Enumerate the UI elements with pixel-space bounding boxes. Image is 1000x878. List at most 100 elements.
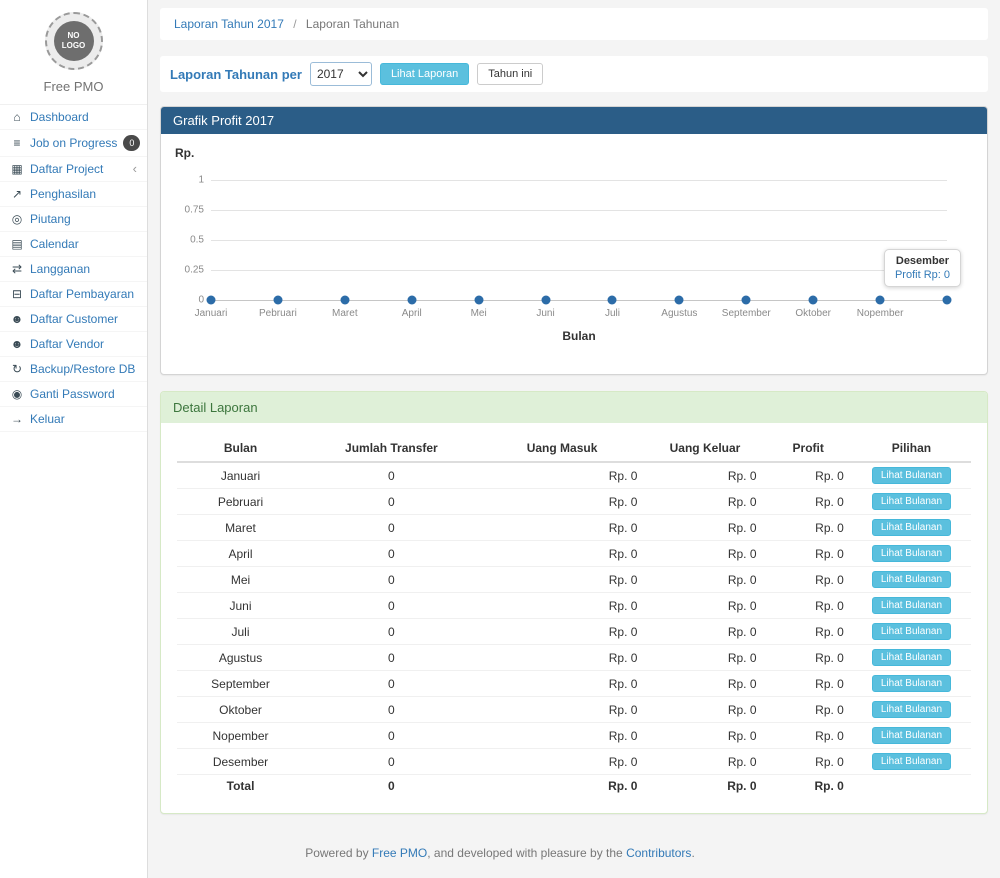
table-cell: Rp. 0 [645,723,764,749]
table-cell: Rp. 0 [479,697,646,723]
table-cell: 0 [304,541,479,567]
table-cell: Rp. 0 [645,489,764,515]
column-header: Profit [765,435,852,462]
table-total-row: Total0Rp. 0Rp. 0Rp. 0 [177,775,971,798]
breadcrumb: Laporan Tahun 2017 / Laporan Tahunan [160,8,988,40]
logo-text: NO LOGO [61,31,87,51]
lihat-bulanan-button[interactable]: Lihat Bulanan [872,597,951,614]
table-cell: Rp. 0 [765,489,852,515]
main-content: Laporan Tahun 2017 / Laporan Tahunan Lap… [148,0,1000,878]
sidebar-item-label: Backup/Restore DB [30,362,135,376]
table-cell: September [177,671,304,697]
refresh-icon: ↻ [10,362,24,376]
lihat-bulanan-button[interactable]: Lihat Bulanan [872,545,951,562]
table-cell: Agustus [177,645,304,671]
sidebar-item-langganan[interactable]: ⇄Langganan [0,257,147,282]
table-cell: Lihat Bulanan [852,749,971,775]
lihat-bulanan-button[interactable]: Lihat Bulanan [872,649,951,666]
chevron-left-icon: ‹ [133,164,137,174]
breadcrumb-link-laporan-tahun[interactable]: Laporan Tahun 2017 [174,17,284,31]
x-tick-label: Oktober [795,308,831,319]
sidebar-item-daftar-vendor[interactable]: ☻Daftar Vendor [0,332,147,357]
sidebar-item-keluar[interactable]: →Keluar [0,407,147,432]
sidebar: NO LOGO Free PMO ⌂Dashboard≡Job on Progr… [0,0,148,878]
logo-stamp: NO LOGO [54,21,94,61]
table-row: Mei0Rp. 0Rp. 0Rp. 0Lihat Bulanan [177,567,971,593]
table-cell: Rp. 0 [765,723,852,749]
lihat-bulanan-button[interactable]: Lihat Bulanan [872,571,951,588]
report-filter-bar: Laporan Tahunan per 2017 Lihat Laporan T… [160,56,988,92]
table-cell: 0 [304,645,479,671]
data-point-september[interactable] [742,296,751,305]
data-point-nopember[interactable] [876,296,885,305]
table-cell: Rp. 0 [645,775,764,798]
lihat-bulanan-button[interactable]: Lihat Bulanan [872,493,951,510]
table-cell: Rp. 0 [479,515,646,541]
sidebar-item-daftar-customer[interactable]: ☻Daftar Customer [0,307,147,332]
data-point-juni[interactable] [541,296,550,305]
data-point-agustus[interactable] [675,296,684,305]
tooltip-value: Profit Rp: 0 [895,269,950,281]
column-header: Uang Keluar [645,435,764,462]
footer-link-freepmo[interactable]: Free PMO [372,846,427,860]
table-cell: Lihat Bulanan [852,462,971,489]
lihat-bulanan-button[interactable]: Lihat Bulanan [872,519,951,536]
sidebar-item-job-on-progress[interactable]: ≡Job on Progress0 [0,130,147,157]
table-cell: Rp. 0 [479,567,646,593]
sidebar-item-calendar[interactable]: ▤Calendar [0,232,147,257]
gridline [211,210,947,211]
data-point-oktober[interactable] [809,296,818,305]
lihat-bulanan-button[interactable]: Lihat Bulanan [872,467,951,484]
footer: Powered by Free PMO, and developed with … [12,830,988,878]
tahun-ini-button[interactable]: Tahun ini [477,63,543,85]
lihat-laporan-button[interactable]: Lihat Laporan [380,63,469,85]
y-tick-label: 0.75 [185,205,204,216]
footer-link-contributors[interactable]: Contributors [626,846,691,860]
gridline [211,300,947,301]
data-point-maret[interactable] [340,296,349,305]
table-row: Pebruari0Rp. 0Rp. 0Rp. 0Lihat Bulanan [177,489,971,515]
column-header: Bulan [177,435,304,462]
table-cell: 0 [304,775,479,798]
sidebar-item-backup-restore-db[interactable]: ↻ Backup/Restore DB [0,357,147,382]
users-icon: ☻ [10,337,24,351]
sidebar-item-penghasilan[interactable]: ↗Penghasilan [0,182,147,207]
table-cell: Lihat Bulanan [852,619,971,645]
sidebar-item-label: Calendar [30,237,79,251]
column-header: Pilihan [852,435,971,462]
app-layout: NO LOGO Free PMO ⌂Dashboard≡Job on Progr… [0,0,1000,878]
data-point-desember[interactable] [943,296,952,305]
data-point-pebruari[interactable] [273,296,282,305]
table-cell: 0 [304,723,479,749]
lihat-bulanan-button[interactable]: Lihat Bulanan [872,623,951,640]
data-point-april[interactable] [407,296,416,305]
sidebar-item-label: Dashboard [30,110,89,124]
lihat-bulanan-button[interactable]: Lihat Bulanan [872,753,951,770]
data-point-juli[interactable] [608,296,617,305]
lihat-bulanan-button[interactable]: Lihat Bulanan [872,675,951,692]
sidebar-item-piutang[interactable]: ◎Piutang [0,207,147,232]
sidebar-item-label: Daftar Project [30,162,103,176]
chart-tooltip: Desember Profit Rp: 0 [884,249,961,287]
table-cell: Rp. 0 [765,749,852,775]
x-tick-label: Juli [605,308,620,319]
y-tick-label: 0.25 [185,265,204,276]
sidebar-item-dashboard[interactable]: ⌂Dashboard [0,105,147,130]
sidebar-item-label: Job on Progress [30,136,117,150]
sidebar-item-daftar-project[interactable]: ▦Daftar Project‹ [0,157,147,182]
data-point-mei[interactable] [474,296,483,305]
lihat-bulanan-button[interactable]: Lihat Bulanan [872,701,951,718]
sidebar-item-ganti-password[interactable]: ◉Ganti Password [0,382,147,407]
repeat-icon: ⇄ [10,262,24,276]
table-cell: 0 [304,619,479,645]
table-cell: Juli [177,619,304,645]
year-select[interactable]: 2017 [310,62,372,86]
table-row: Juni0Rp. 0Rp. 0Rp. 0Lihat Bulanan [177,593,971,619]
table-cell: Lihat Bulanan [852,697,971,723]
payment-icon: ⊟ [10,287,24,301]
data-point-januari[interactable] [207,296,216,305]
lihat-bulanan-button[interactable]: Lihat Bulanan [872,727,951,744]
sidebar-item-daftar-pembayaran[interactable]: ⊟Daftar Pembayaran [0,282,147,307]
table-cell: 0 [304,593,479,619]
profit-chart-plot: Desember Profit Rp: 0 Bulan 00.250.50.75… [211,180,947,300]
